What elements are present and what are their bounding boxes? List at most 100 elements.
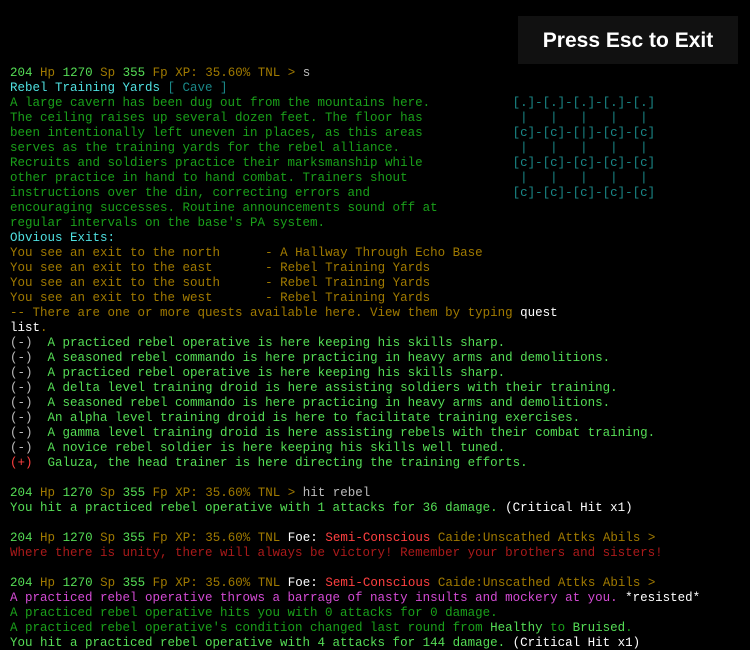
cond-e: .: [625, 621, 633, 635]
combat-hit-4: You hit a practiced rebel operative with…: [10, 636, 513, 650]
crit-flag: (Critical Hit x1): [505, 501, 633, 515]
cond-c: to: [543, 621, 573, 635]
line: A practiced rebel operative hits you wit…: [10, 606, 740, 621]
mob-text: An alpha level training droid is here to…: [48, 411, 581, 425]
line: [10, 516, 740, 531]
line: 204 Hp 1270 Sp 355 Fp XP: 35.60% TNL > h…: [10, 486, 740, 501]
minimap-row: | | | | |: [513, 111, 656, 125]
self-label: Caide:: [438, 576, 483, 590]
room-desc: encouraging successes. Routine announcem…: [10, 201, 438, 215]
minimap-row: [c]-[c]-[|]-[c]-[c]: [513, 126, 656, 140]
self-state: Unscathed: [483, 576, 551, 590]
line: A practiced rebel operative throws a bar…: [10, 591, 740, 606]
room-desc: instructions over the din, correcting er…: [10, 186, 370, 200]
mob-text: A practiced rebel operative is here keep…: [48, 336, 506, 350]
line: Where there is unity, there will always …: [10, 546, 740, 561]
self-label: Caide:: [438, 531, 483, 545]
xp-value: 35.60%: [205, 576, 250, 590]
xp-label: XP:: [175, 576, 198, 590]
room-name: Rebel Training Yards: [10, 81, 160, 95]
minimap-row: | | | | |: [513, 141, 656, 155]
mob-text: A practiced rebel operative is here keep…: [48, 366, 506, 380]
self-state: Unscathed: [483, 531, 551, 545]
command-input-1: s: [303, 66, 311, 80]
hp-value: 204: [10, 66, 33, 80]
line: You see an exit to the north - A Hallway…: [10, 246, 740, 261]
line: You see an exit to the south - Rebel Tra…: [10, 276, 740, 291]
hp-value: 204: [10, 576, 33, 590]
exits-heading: Obvious Exits:: [10, 231, 115, 245]
quest-hint-end: .: [40, 321, 48, 335]
line: (-) A seasoned rebel commando is here pr…: [10, 351, 740, 366]
fp-value: 355: [123, 576, 146, 590]
minimap-row: [.]-[.]-[.]-[.]-[.]: [513, 96, 656, 110]
quest-hint-a: -- There are one or more quests availabl…: [10, 306, 520, 320]
line: list.: [10, 321, 740, 336]
fp-label: Fp: [153, 486, 168, 500]
command-input-2: hit rebel: [303, 486, 371, 500]
sp-label: Sp: [100, 531, 115, 545]
foe-label: Foe:: [288, 576, 318, 590]
line: [10, 471, 740, 486]
mob-flag: (-): [10, 366, 33, 380]
esc-to-exit-text: Press Esc to Exit: [543, 33, 713, 48]
abils-label: Attks Abils: [558, 531, 641, 545]
exit-dest: - Rebel Training Yards: [265, 291, 430, 305]
sp-label: Sp: [100, 576, 115, 590]
line: instructions over the din, correcting er…: [10, 186, 740, 201]
hp-value: 204: [10, 486, 33, 500]
mob-flag: (-): [10, 411, 33, 425]
xp-value: 35.60%: [205, 66, 250, 80]
sp-value: 1270: [63, 66, 93, 80]
mob-text: A seasoned rebel commando is here practi…: [48, 396, 611, 410]
line: (-) A gamma level training droid is here…: [10, 426, 740, 441]
line: serves as the training yards for the reb…: [10, 141, 740, 156]
resisted-flag: *resisted*: [625, 591, 700, 605]
crit-flag: (Critical Hit x1): [513, 636, 641, 650]
fp-label: Fp: [153, 531, 168, 545]
room-desc: serves as the training yards for the reb…: [10, 141, 400, 155]
line: been intentionally left uneven in places…: [10, 126, 740, 141]
quest-cmd-part-1: quest: [520, 306, 558, 320]
line: Obvious Exits:: [10, 231, 740, 246]
line: other practice in hand to hand combat. T…: [10, 171, 740, 186]
hp-label: Hp: [40, 66, 55, 80]
line: 204 Hp 1270 Sp 355 Fp XP: 35.60% TNL Foe…: [10, 531, 740, 546]
xp-label: XP:: [175, 486, 198, 500]
tnl-label: TNL: [258, 66, 281, 80]
mob-text: A delta level training droid is here ass…: [48, 381, 618, 395]
line: 204 Hp 1270 Sp 355 Fp XP: 35.60% TNL Foe…: [10, 576, 740, 591]
mob-text: A novice rebel soldier is here keeping h…: [48, 441, 506, 455]
line: You hit a practiced rebel operative with…: [10, 636, 740, 650]
sp-value: 1270: [63, 576, 93, 590]
line: (-) A practiced rebel operative is here …: [10, 366, 740, 381]
insult-line: A practiced rebel operative throws a bar…: [10, 591, 625, 605]
line: A large cavern has been dug out from the…: [10, 96, 740, 111]
combat-miss: A practiced rebel operative hits you wit…: [10, 606, 498, 620]
minimap-row: [c]-[c]-[c]-[c]-[c]: [513, 186, 656, 200]
mob-flag: (+): [10, 456, 33, 470]
line: -- There are one or more quests availabl…: [10, 306, 740, 321]
line: (+) Galuza, the head trainer is here dir…: [10, 456, 740, 471]
line: (-) An alpha level training droid is her…: [10, 411, 740, 426]
line: (-) A novice rebel soldier is here keepi…: [10, 441, 740, 456]
exit-dir: You see an exit to the north: [10, 246, 220, 260]
combat-hit-1: You hit a practiced rebel operative with…: [10, 501, 505, 515]
mob-flag: (-): [10, 381, 33, 395]
room-desc: other practice in hand to hand combat. T…: [10, 171, 408, 185]
tnl-label: TNL: [258, 486, 281, 500]
fp-value: 355: [123, 66, 146, 80]
minimap-row: | | | | |: [513, 171, 656, 185]
room-desc: regular intervals on the base's PA syste…: [10, 216, 325, 230]
exit-dest: - Rebel Training Yards: [265, 276, 430, 290]
tnl-label: TNL: [258, 576, 281, 590]
fp-value: 355: [123, 531, 146, 545]
line: Recruits and soldiers practice their mar…: [10, 156, 740, 171]
mob-flag: (-): [10, 336, 33, 350]
room-desc: A large cavern has been dug out from the…: [10, 96, 430, 110]
line: You see an exit to the east - Rebel Trai…: [10, 261, 740, 276]
mud-terminal[interactable]: 204 Hp 1270 Sp 355 Fp XP: 35.60% TNL > s…: [10, 66, 740, 650]
mob-text: A gamma level training droid is here ass…: [48, 426, 656, 440]
line: [10, 561, 740, 576]
foe-state: Semi-Conscious: [325, 576, 430, 590]
